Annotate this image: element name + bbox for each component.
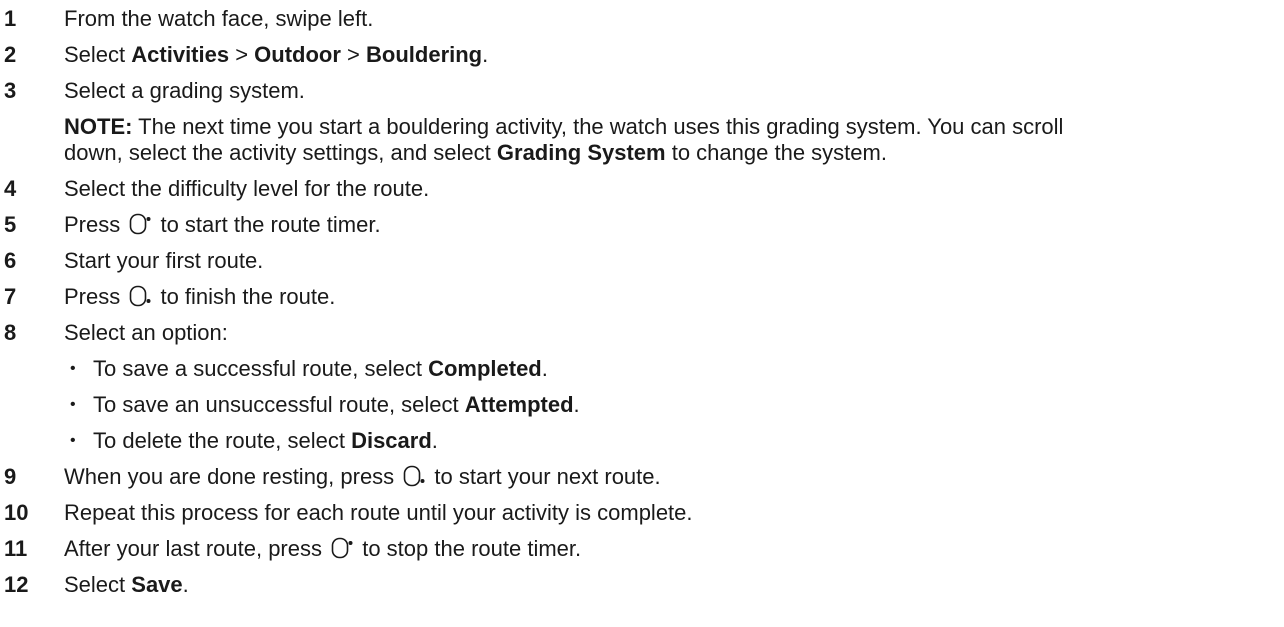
step-number: 6 [4,248,17,273]
step-text-part: to stop the route timer. [356,536,582,561]
option-text: . [431,428,438,453]
menu-grading-system: Grading System [496,140,666,165]
step-text-part: . [182,572,189,597]
note-text: down, select the activity settings, and … [64,140,497,165]
step-number: 10 [4,500,29,525]
step-number: 4 [4,176,17,201]
option-text: . [541,356,548,381]
step-text: Select an option: [64,320,228,345]
option-completed: • To save a successful route, select Comp… [64,356,548,382]
menu-separator: > [340,42,367,67]
step-text-part: to start your next route. [428,464,661,489]
option-text: To save a successful route, select [93,356,429,381]
option-attempted: • To save an unsuccessful route, select A… [64,392,580,418]
step-number: 11 [4,536,28,561]
step-text: When you are done resting, press to star… [64,464,661,490]
top-button-icon [130,213,151,235]
step-text: Press to finish the route. [64,284,335,310]
bottom-button-icon [403,465,425,487]
step-number: 7 [4,284,17,309]
note-text: The next time you start a bouldering act… [132,114,1064,139]
note-text: to change the system. [665,140,887,165]
option-text: To save an unsuccessful route, select [93,392,465,417]
option-text: . [573,392,580,417]
step-number: 5 [4,212,17,237]
option-text: To delete the route, select [93,428,352,453]
step-text-part: . [482,42,489,67]
step-text-part: Press [64,212,127,237]
menu-save: Save [131,572,183,597]
bullet-marker: • [70,396,76,413]
step-text: After your last route, press to stop the… [64,536,581,562]
step-number: 3 [4,78,17,103]
step-text-part: to start the route timer. [154,212,381,237]
top-button-icon [331,537,353,559]
step-text: Select a grading system. [64,78,305,103]
step-text-part: Press [64,284,127,309]
step-text: Select the difficulty level for the rout… [64,176,430,201]
step-text: Select Save. [64,572,189,598]
option-discard-label: Discard [351,428,432,453]
step-text: Press to start the route timer. [64,212,381,238]
menu-separator: > [229,42,255,67]
menu-activities: Activities [131,42,230,67]
note-line-1: NOTE: The next time you start a boulderi… [64,114,1280,140]
menu-bouldering: Bouldering [366,42,483,67]
note-block: NOTE: The next time you start a boulderi… [64,114,1280,166]
step-number: 2 [4,42,17,67]
menu-outdoor: Outdoor [254,42,341,67]
option-attempted-label: Attempted [464,392,574,417]
step-text: From the watch face, swipe left. [64,6,374,31]
step-text: Start your first route. [64,248,264,273]
step-text: Repeat this process for each route until… [64,500,693,525]
option-completed-label: Completed [428,356,542,381]
step-text-part: Select [64,42,132,67]
bullet-marker: • [70,432,76,449]
bottom-button-icon [130,285,151,307]
step-text-part: to finish the route. [154,284,336,309]
bullet-marker: • [70,360,76,377]
step-text-part: Select [64,572,132,597]
option-discard: • To delete the route, select Discard. [64,428,438,454]
step-text-part: When you are done resting, press [64,464,401,489]
step-number: 9 [4,464,17,489]
note-label: NOTE: [64,114,133,139]
step-number: 1 [4,6,17,31]
note-line-2: down, select the activity settings, and … [64,140,1280,166]
step-text: Select Activities > Outdoor > Bouldering… [64,42,488,68]
step-text-part: After your last route, press [64,536,329,561]
step-number: 8 [4,320,17,345]
step-number: 12 [4,572,29,597]
